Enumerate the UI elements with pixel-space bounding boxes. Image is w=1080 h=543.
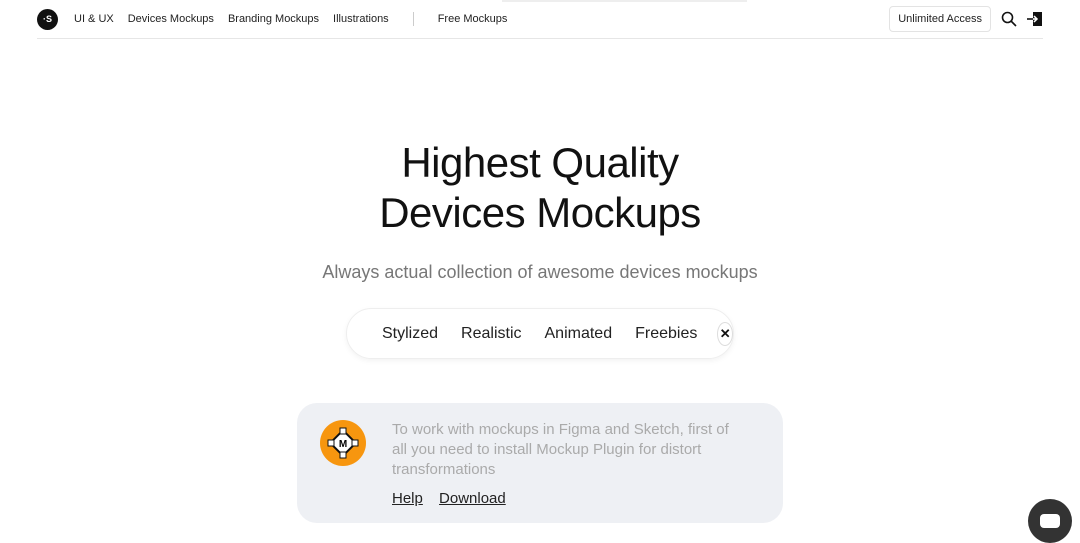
- title-line-2: Devices Mockups: [379, 189, 701, 236]
- filter-stylized[interactable]: Stylized: [382, 325, 438, 343]
- nav-branding-mockups[interactable]: Branding Mockups: [228, 13, 319, 25]
- navbar: ·S UI & UX Devices Mockups Branding Mock…: [37, 0, 1043, 39]
- close-icon[interactable]: ✕: [717, 321, 733, 346]
- subtitle: Always actual collection of awesome devi…: [322, 262, 758, 282]
- nav-ui-ux[interactable]: UI & UX: [74, 13, 114, 25]
- mockup-plugin-icon: M: [320, 420, 366, 466]
- nav-devices-mockups[interactable]: Devices Mockups: [128, 13, 214, 25]
- notice-text: To work with mockups in Figma and Sketch…: [392, 421, 729, 478]
- unlimited-access-button[interactable]: Unlimited Access: [889, 6, 991, 32]
- page-title: Highest Quality Devices Mockups: [0, 138, 1080, 238]
- plugin-notice: M To work with mockups in Figma and Sket…: [297, 403, 783, 523]
- search-icon[interactable]: [1001, 11, 1017, 27]
- chat-icon: [1040, 514, 1060, 528]
- nav-free-mockups[interactable]: Free Mockups: [438, 13, 508, 25]
- help-link[interactable]: Help: [392, 490, 423, 507]
- svg-text:M: M: [339, 439, 347, 450]
- filter-animated[interactable]: Animated: [545, 325, 613, 343]
- nav-illustrations[interactable]: Illustrations: [333, 13, 389, 25]
- logo[interactable]: ·S: [37, 8, 58, 30]
- filter-realistic[interactable]: Realistic: [461, 325, 521, 343]
- title-line-1: Highest Quality: [401, 139, 679, 186]
- login-icon[interactable]: [1027, 11, 1043, 27]
- download-link[interactable]: Download: [439, 490, 506, 507]
- nav-divider: [412, 12, 414, 26]
- filter-freebies[interactable]: Freebies: [635, 325, 697, 343]
- filter-bar: Stylized Realistic Animated Freebies ✕: [346, 308, 734, 359]
- chat-button[interactable]: [1028, 499, 1072, 543]
